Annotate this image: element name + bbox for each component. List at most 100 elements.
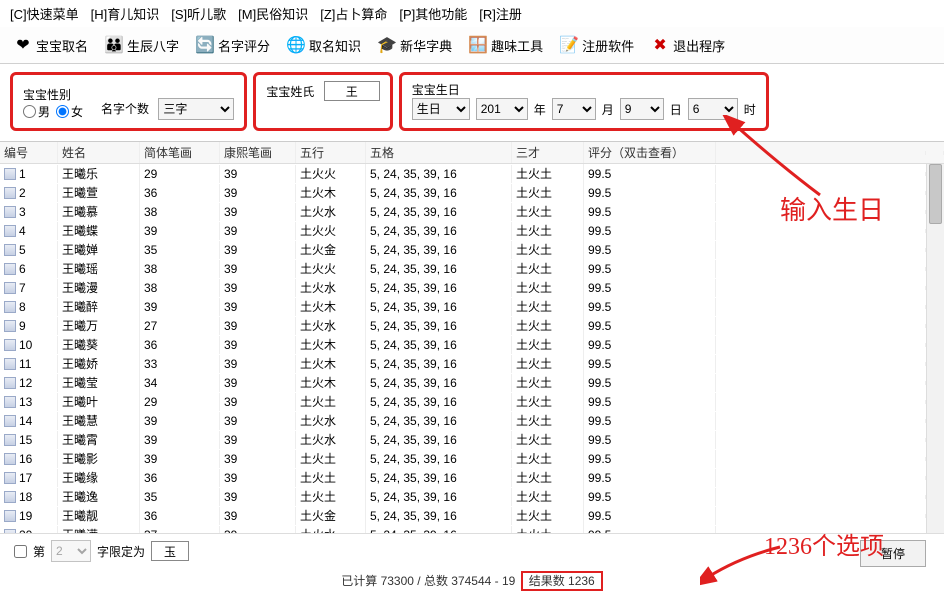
- results-table: 编号 姓名 简体笔画 康熙笔画 五行 五格 三才 评分（双击查看） 1王曦乐29…: [0, 141, 944, 541]
- row-icon: [4, 510, 16, 522]
- row-icon: [4, 301, 16, 313]
- row-icon: [4, 320, 16, 332]
- panel-surname: 宝宝姓氏: [253, 72, 392, 131]
- table-row[interactable]: 9王曦万2739土火水5, 24, 35, 39, 16土火土99.5: [0, 316, 944, 335]
- table-row[interactable]: 5王曦婵3539土火金5, 24, 35, 39, 16土火土99.5: [0, 240, 944, 259]
- birthday-title: 宝宝生日: [412, 81, 460, 98]
- row-icon: [4, 244, 16, 256]
- row-icon: [4, 225, 16, 237]
- col-wuxing[interactable]: 五行: [296, 142, 366, 163]
- col-simp[interactable]: 简体笔画: [140, 142, 220, 163]
- limit-char-input[interactable]: [151, 541, 189, 561]
- toolbar: ❤宝宝取名 👪生辰八字 🔄名字评分 🌐取名知识 🎓新华字典 🪟趣味工具 📝注册软…: [0, 27, 944, 64]
- row-icon: [4, 187, 16, 199]
- tb-baby-naming[interactable]: ❤宝宝取名: [6, 30, 95, 60]
- table-row[interactable]: 4王曦蝶3939土火火5, 24, 35, 39, 16土火土99.5: [0, 221, 944, 240]
- row-icon: [4, 263, 16, 275]
- birthday-type-select[interactable]: 生日: [412, 98, 470, 120]
- limit-checkbox[interactable]: [14, 545, 27, 558]
- row-icon: [4, 434, 16, 446]
- birthday-hour-select[interactable]: 6: [688, 98, 738, 120]
- radio-female[interactable]: 女: [56, 103, 83, 120]
- table-row[interactable]: 17王曦缘3639土火土5, 24, 35, 39, 16土火土99.5: [0, 468, 944, 487]
- birthday-year-select[interactable]: 201: [476, 98, 528, 120]
- progress-text: 已计算 73300 / 总数 374544 - 19: [341, 574, 515, 588]
- table-row[interactable]: 2王曦萱3639土火木5, 24, 35, 39, 16土火土99.5: [0, 183, 944, 202]
- heart-icon: ❤: [13, 35, 33, 55]
- table-row[interactable]: 7王曦漫3839土火水5, 24, 35, 39, 16土火土99.5: [0, 278, 944, 297]
- table-row[interactable]: 3王曦慕3839土火水5, 24, 35, 39, 16土火土99.5: [0, 202, 944, 221]
- panels-row: 宝宝性别 男 女 名字个数 三字 宝宝姓氏 宝宝生日 生日 201年 7月 9日…: [0, 64, 944, 141]
- result-count-box: 结果数 1236: [521, 571, 603, 591]
- close-icon: ✖: [650, 35, 670, 55]
- row-icon: [4, 491, 16, 503]
- tb-register[interactable]: 📝注册软件: [552, 30, 641, 60]
- radio-male[interactable]: 男: [23, 103, 50, 120]
- tb-fun-tools[interactable]: 🪟趣味工具: [461, 30, 550, 60]
- name-count-select[interactable]: 三字: [158, 98, 234, 120]
- row-icon: [4, 377, 16, 389]
- table-row[interactable]: 14王曦慧3939土火水5, 24, 35, 39, 16土火土99.5: [0, 411, 944, 430]
- table-row[interactable]: 6王曦瑶3839土火火5, 24, 35, 39, 16土火土99.5: [0, 259, 944, 278]
- name-count-title: 名字个数: [101, 100, 149, 117]
- table-row[interactable]: 8王曦醉3939土火木5, 24, 35, 39, 16土火土99.5: [0, 297, 944, 316]
- row-icon: [4, 415, 16, 427]
- col-name[interactable]: 姓名: [58, 142, 140, 163]
- row-icon: [4, 206, 16, 218]
- col-sancai[interactable]: 三才: [512, 142, 584, 163]
- row-icon: [4, 453, 16, 465]
- surname-input[interactable]: [324, 81, 380, 101]
- row-icon: [4, 358, 16, 370]
- menu-item[interactable]: [M]民俗知识: [234, 2, 312, 25]
- panel-birthday: 宝宝生日 生日 201年 7月 9日 6时: [399, 72, 769, 131]
- menu-item[interactable]: [P]其他功能: [395, 2, 471, 25]
- family-icon: 👪: [104, 35, 124, 55]
- table-body[interactable]: 1王曦乐2939土火火5, 24, 35, 39, 16土火土99.52王曦萱3…: [0, 164, 944, 541]
- row-icon: [4, 472, 16, 484]
- row-icon: [4, 168, 16, 180]
- graduate-icon: 🎓: [377, 35, 397, 55]
- col-score[interactable]: 评分（双击查看）: [584, 142, 716, 163]
- scrollbar[interactable]: [926, 164, 944, 540]
- globe-icon: 🌐: [286, 35, 306, 55]
- menu-item[interactable]: [H]育儿知识: [87, 2, 164, 25]
- row-icon: [4, 396, 16, 408]
- table-row[interactable]: 16王曦影3939土火土5, 24, 35, 39, 16土火土99.5: [0, 449, 944, 468]
- col-wuge[interactable]: 五格: [366, 142, 512, 163]
- menu-item[interactable]: [C]快速菜单: [6, 2, 83, 25]
- table-row[interactable]: 10王曦葵3639土火木5, 24, 35, 39, 16土火土99.5: [0, 335, 944, 354]
- table-row[interactable]: 18王曦逸3539土火土5, 24, 35, 39, 16土火土99.5: [0, 487, 944, 506]
- menu-item[interactable]: [S]听儿歌: [167, 2, 230, 25]
- gender-title: 宝宝性别: [23, 86, 71, 103]
- tb-bazi[interactable]: 👪生辰八字: [97, 30, 186, 60]
- note-icon: 📝: [559, 35, 579, 55]
- panel-gender: 宝宝性别 男 女 名字个数 三字: [10, 72, 247, 131]
- table-row[interactable]: 1王曦乐2939土火火5, 24, 35, 39, 16土火土99.5: [0, 164, 944, 183]
- scrollbar-thumb[interactable]: [929, 164, 942, 224]
- row-icon: [4, 282, 16, 294]
- col-num[interactable]: 编号: [0, 142, 58, 163]
- table-row[interactable]: 12王曦莹3439土火木5, 24, 35, 39, 16土火土99.5: [0, 373, 944, 392]
- birthday-month-select[interactable]: 7: [552, 98, 596, 120]
- windows-icon: 🪟: [468, 35, 488, 55]
- tb-knowledge[interactable]: 🌐取名知识: [279, 30, 368, 60]
- menu-item[interactable]: [Z]占卜算命: [316, 2, 391, 25]
- birthday-day-select[interactable]: 9: [620, 98, 664, 120]
- menu-item[interactable]: [R]注册: [475, 2, 526, 25]
- limit-pos-select[interactable]: 2: [51, 540, 91, 562]
- table-row[interactable]: 13王曦叶2939土火土5, 24, 35, 39, 16土火土99.5: [0, 392, 944, 411]
- footer: 第 2 字限定为 暂停 已计算 73300 / 总数 374544 - 19 结…: [0, 533, 944, 595]
- row-icon: [4, 339, 16, 351]
- refresh-icon: 🔄: [195, 35, 215, 55]
- menu-bar: [C]快速菜单 [H]育儿知识 [S]听儿歌 [M]民俗知识 [Z]占卜算命 […: [0, 0, 944, 27]
- table-row[interactable]: 11王曦娇3339土火木5, 24, 35, 39, 16土火土99.5: [0, 354, 944, 373]
- table-row[interactable]: 19王曦靓3639土火金5, 24, 35, 39, 16土火土99.5: [0, 506, 944, 525]
- table-header: 编号 姓名 简体笔画 康熙笔画 五行 五格 三才 评分（双击查看）: [0, 142, 944, 164]
- tb-exit[interactable]: ✖退出程序: [643, 30, 732, 60]
- table-row[interactable]: 15王曦霄3939土火水5, 24, 35, 39, 16土火土99.5: [0, 430, 944, 449]
- tb-dictionary[interactable]: 🎓新华字典: [370, 30, 459, 60]
- pause-button[interactable]: 暂停: [860, 540, 926, 567]
- col-kangxi[interactable]: 康熙笔画: [220, 142, 296, 163]
- tb-score[interactable]: 🔄名字评分: [188, 30, 277, 60]
- surname-title: 宝宝姓氏: [266, 83, 314, 100]
